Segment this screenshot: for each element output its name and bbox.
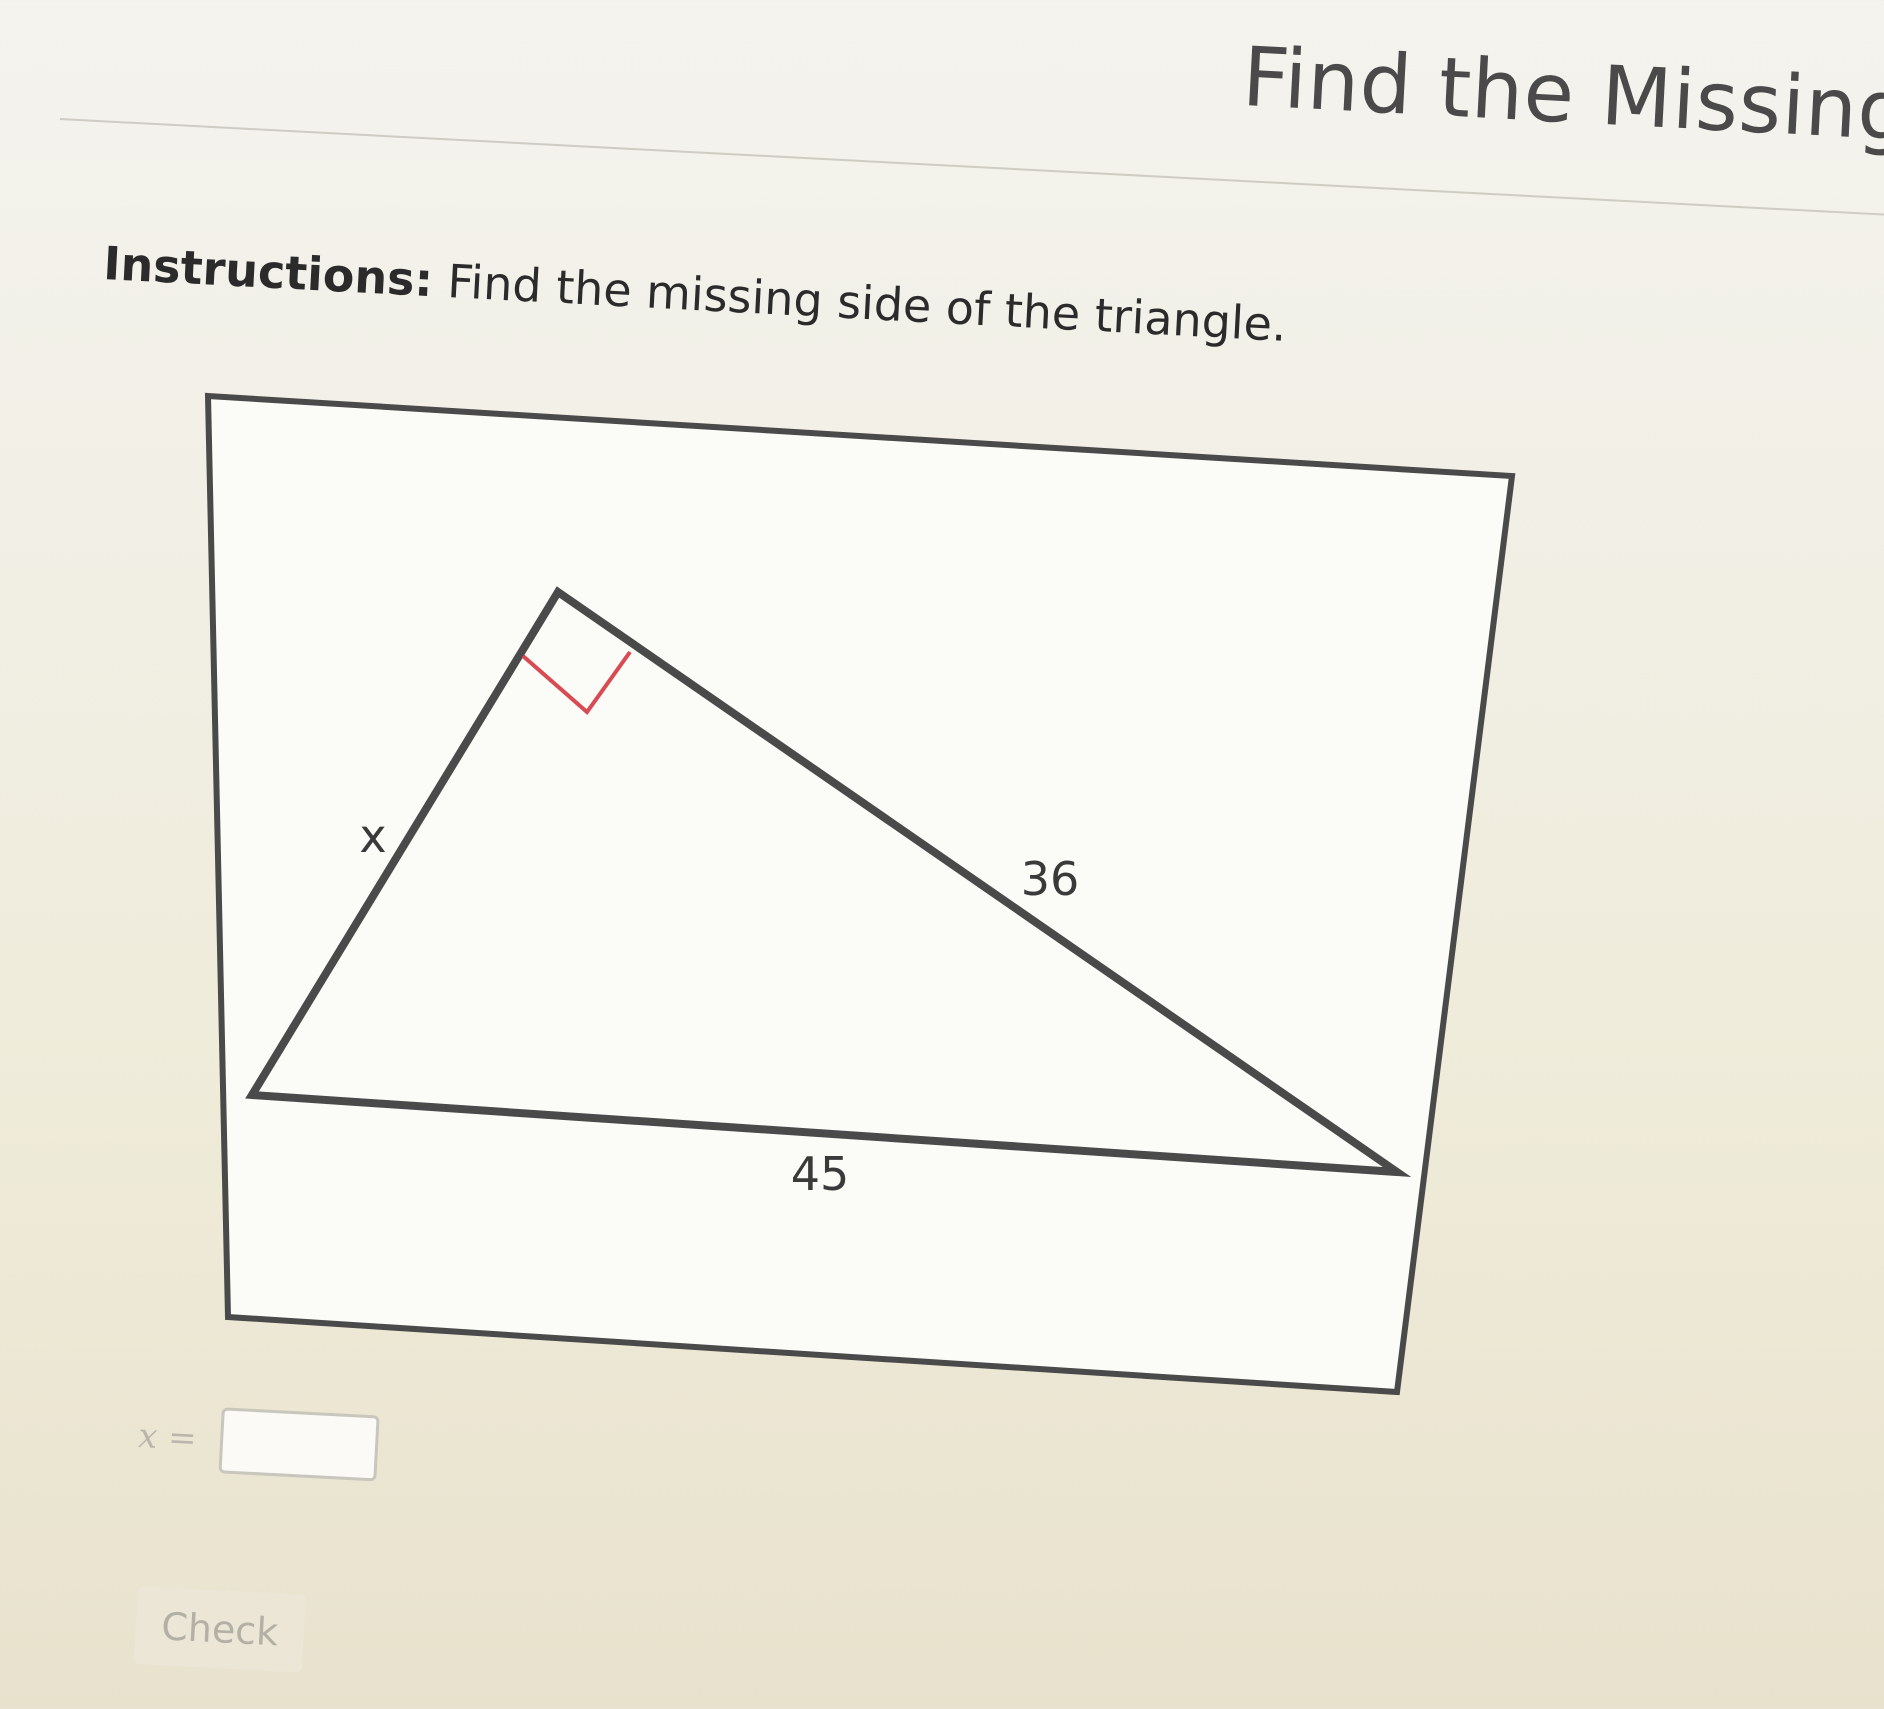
check-button[interactable]: Check bbox=[133, 1586, 306, 1673]
side-label-36: 36 bbox=[1021, 852, 1080, 906]
diagram-frame bbox=[204, 392, 1516, 1396]
side-label-x: x bbox=[359, 809, 386, 863]
answer-input[interactable] bbox=[218, 1407, 381, 1482]
answer-variable-label: x = bbox=[137, 1415, 198, 1459]
answer-row: x = bbox=[137, 1403, 381, 1482]
side-label-45: 45 bbox=[791, 1147, 850, 1201]
